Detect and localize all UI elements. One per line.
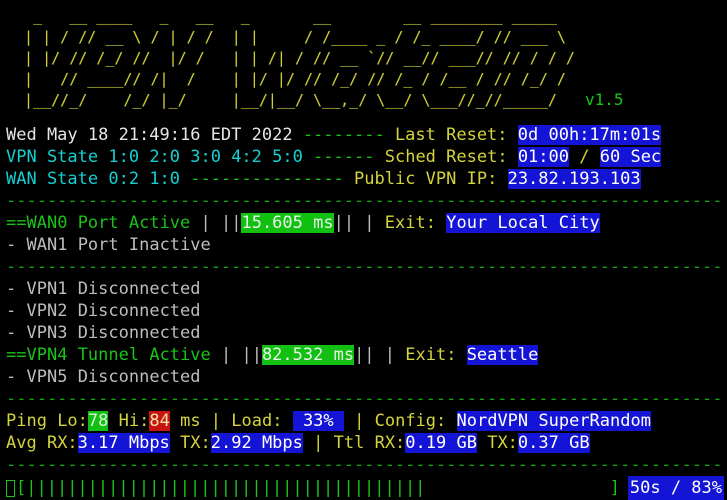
config-value: NordVPN SuperRandom: [456, 411, 651, 431]
vpn3-name: VPN3: [26, 323, 68, 343]
stats-pipe-2: |: [343, 411, 375, 431]
sched-reset-divider-wrap: /: [569, 147, 600, 167]
datetime-text: Wed May 18 21:49:16 EDT 2022: [6, 125, 293, 145]
vpn2-status: Disconnected: [77, 301, 201, 321]
stats-row-traffic: Avg RX:3.17 Mbps TX:2.92 Mbps | Ttl RX:0…: [6, 432, 724, 454]
separator-4: ----------------------------------------…: [6, 455, 723, 475]
vpn4-meter-right: || |: [354, 345, 406, 365]
load-label: Load:: [231, 411, 293, 431]
stats-pipe-3: |: [313, 433, 334, 453]
avg-rx-label: RX:: [46, 433, 78, 453]
wan-state-value: 0:2 1:0: [108, 169, 181, 189]
wan0-latency: 15.605 ms: [241, 213, 334, 233]
ttl-tx-value: 0.37 GB: [517, 433, 590, 453]
wan1-marker: -: [6, 235, 27, 255]
sched-reset-interval: 60 Sec: [599, 147, 662, 167]
wan-state-separator: ---------------: [180, 169, 355, 189]
public-ip-value: 23.82.193.103: [507, 169, 641, 189]
wan0-exit-value: Your Local City: [446, 213, 600, 233]
vpn4-meter-left: | ||: [210, 345, 262, 365]
wan1-name: WAN1: [26, 235, 68, 255]
header-row-datetime: Wed May 18 21:49:16 EDT 2022 -------- La…: [6, 124, 724, 146]
sched-reset-value: 01:00: [517, 147, 569, 167]
last-reset-value: 0d 00h:17m:01s: [517, 125, 662, 145]
vpn-state-label: VPN State: [6, 147, 99, 167]
load-value: 33%: [292, 411, 344, 431]
config-label: Config:: [374, 411, 457, 431]
vpn1-status: Disconnected: [77, 279, 201, 299]
ttl-rx-label: RX:: [374, 433, 406, 453]
vpn5-name: VPN5: [26, 367, 68, 387]
vpn3-status: Disconnected: [77, 323, 201, 343]
vpn-state-separator: ------: [302, 147, 385, 167]
ping-hi-label: Hi:: [118, 411, 150, 431]
separator-1: ----------------------------------------…: [6, 191, 723, 211]
stats-row-ping: Ping Lo:78 Hi:84 ms | Load: 33% | Config…: [6, 410, 724, 432]
vpn4-latency: 82.532 ms: [261, 345, 355, 365]
sched-reset-divider: /: [579, 147, 590, 167]
vpn1-marker: -: [6, 279, 27, 299]
ping-hi-value: 84: [149, 411, 170, 431]
wan0-meter-left: | ||: [190, 213, 242, 233]
wan0-exit-label: Exit:: [384, 213, 436, 233]
vpn-row-1: - VPN1 Disconnected: [6, 278, 724, 300]
vpn2-name: VPN2: [26, 301, 68, 321]
wan1-status: Port Inactive: [77, 235, 211, 255]
ttl-rx-value: 0.19 GB: [405, 433, 477, 453]
ttl-label: Ttl: [333, 433, 375, 453]
status-output: Wed May 18 21:49:16 EDT 2022 -------- La…: [6, 124, 724, 500]
wan-state-label: WAN State: [6, 169, 99, 189]
version-label: v1.5: [584, 90, 624, 109]
progress-bar-row: [|||||||||||||||||||||||||||||||||||||||…: [6, 476, 724, 500]
avg-tx-value: 2.92 Mbps: [210, 433, 303, 453]
ascii-art-logo: _ __ ____ _ __ _ __ __ ________ _____ | …: [24, 7, 575, 109]
public-ip-label: Public VPN IP:: [354, 169, 498, 189]
vpn3-marker: -: [6, 323, 27, 343]
wan0-marker: ==: [6, 213, 27, 233]
vpn5-status: Disconnected: [77, 367, 201, 387]
vpn4-status: Tunnel Active: [77, 345, 211, 365]
progress-open-bracket: [: [16, 478, 27, 498]
separator-3: ----------------------------------------…: [6, 389, 723, 409]
progress-close-bracket: ]: [609, 478, 620, 498]
ping-unit: ms: [169, 411, 211, 431]
separator-2: ----------------------------------------…: [6, 257, 723, 277]
vpn5-marker: -: [6, 367, 27, 387]
terminal-window: _ __ ____ _ __ _ __ __ ________ _____ | …: [0, 0, 727, 500]
vpn4-marker: ==: [6, 345, 27, 365]
avg-rx-value: 3.17 Mbps: [77, 433, 170, 453]
sched-reset-label: Sched Reset:: [384, 147, 508, 167]
vpn-row-3: - VPN3 Disconnected: [6, 322, 724, 344]
terminal-cursor: [6, 479, 15, 497]
ping-lo-value: 78: [87, 411, 109, 431]
vpn-row-2: - VPN2 Disconnected: [6, 300, 724, 322]
vpn2-marker: -: [6, 301, 27, 321]
wan0-meter-right: || |: [333, 213, 385, 233]
vpn-state-value: 1:0 2:0 3:0 4:2 5:0: [108, 147, 303, 167]
progress-ticks: |||||||||||||||||||||||||||||||||||||||: [26, 478, 426, 498]
wan-row-0: ==WAN0 Port Active | ||15.605 ms|| | Exi…: [6, 212, 724, 234]
ping-lo-label: Lo:: [57, 411, 88, 431]
avg-tx-label: TX:: [180, 433, 211, 453]
vpn1-name: VPN1: [26, 279, 68, 299]
progress-stat: 50s / 83%: [627, 476, 724, 500]
vpn4-exit-label: Exit:: [405, 345, 457, 365]
wan0-name: WAN0: [26, 213, 68, 233]
avg-label: Avg: [6, 433, 47, 453]
datetime-separator: --------: [292, 125, 395, 145]
wan-row-1: - WAN1 Port Inactive: [6, 234, 724, 256]
vpn-row-4: ==VPN4 Tunnel Active | ||82.532 ms|| | E…: [6, 344, 724, 366]
vpn4-name: VPN4: [26, 345, 68, 365]
vpn-row-5: - VPN5 Disconnected: [6, 366, 724, 388]
ttl-tx-label: TX:: [487, 433, 518, 453]
progress-right-group: ] 50s / 83%: [610, 476, 724, 500]
header-row-wan-state: WAN State 0:2 1:0 --------------- Public…: [6, 168, 724, 190]
stats-pipe-1: |: [210, 411, 232, 431]
wan0-status: Port Active: [77, 213, 191, 233]
ping-label: Ping: [6, 411, 58, 431]
last-reset-label: Last Reset:: [394, 125, 508, 145]
vpn4-exit-value: Seattle: [466, 345, 539, 365]
banner: _ __ ____ _ __ _ __ __ ________ _____ | …: [6, 6, 623, 111]
header-row-vpn-state: VPN State 1:0 2:0 3:0 4:2 5:0 ------ Sch…: [6, 146, 724, 168]
